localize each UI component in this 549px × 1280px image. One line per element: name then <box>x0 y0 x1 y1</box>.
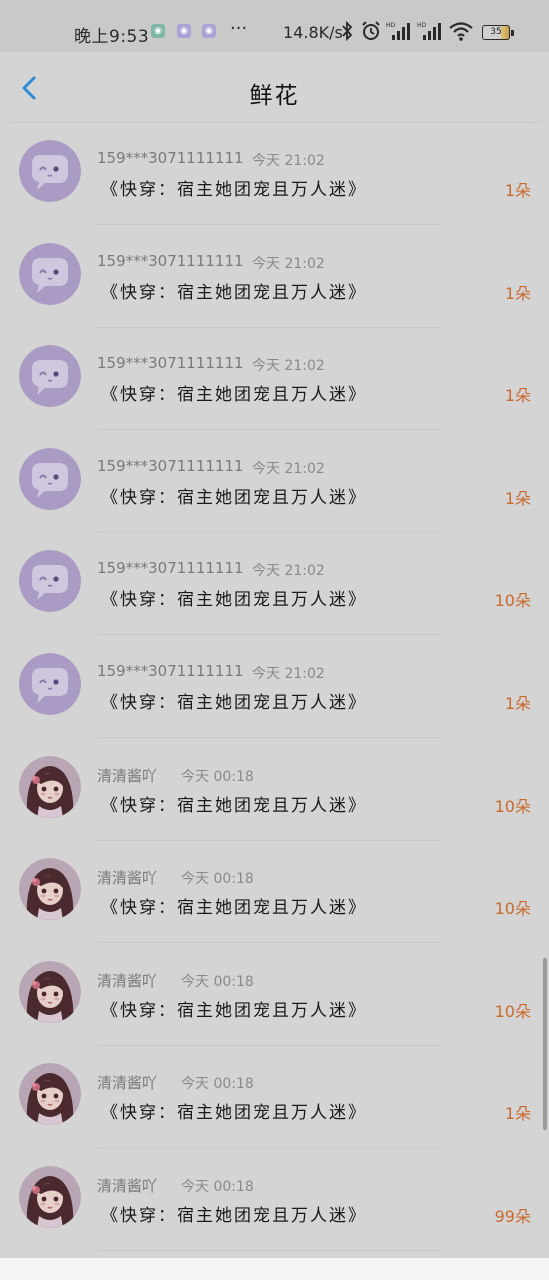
book-title[interactable]: 《快穿：宿主她团宠且万人迷》 <box>101 688 367 713</box>
nav-header: 鲜花 <box>0 52 549 123</box>
girl-portrait-avatar <box>19 858 81 921</box>
flower-record-row[interactable]: 清清酱吖 今天 00:18 《快穿：宿主她团宠且万人迷》 10朵 <box>0 841 549 944</box>
send-time: 今天 00:18 <box>181 871 254 888</box>
book-title[interactable]: 《快穿：宿主她团宠且万人迷》 <box>101 1098 367 1123</box>
sender-name[interactable]: 159***3071111111 <box>97 252 244 270</box>
avatar[interactable] <box>19 140 81 202</box>
flower-count: 99朵 <box>494 1207 531 1226</box>
sender-name[interactable]: 清清酱吖 <box>97 970 157 991</box>
book-title[interactable]: 《快穿：宿主她团宠且万人迷》 <box>101 893 367 918</box>
flower-count: 10朵 <box>494 1001 531 1021</box>
send-time: 今天 21:02 <box>252 563 325 580</box>
flower-count: 10朵 <box>494 591 531 611</box>
avatar[interactable] <box>19 550 81 613</box>
flower-record-row[interactable]: 159***3071111111 今天 21:02 《快穿：宿主她团宠且万人迷》… <box>0 533 549 636</box>
avatar[interactable] <box>19 345 81 408</box>
chat-bubble-icon <box>19 140 81 202</box>
more-notifications-icon: ··· <box>230 18 248 39</box>
flower-count: 10朵 <box>494 899 531 919</box>
flower-record-row[interactable]: 清清酱吖 今天 00:18 《快穿：宿主她团宠且万人迷》 99朵 <box>0 1149 549 1251</box>
sender-name[interactable]: 159***3071111111 <box>97 457 244 475</box>
sender-name[interactable]: 159***3071111111 <box>97 354 244 372</box>
send-time: 今天 21:02 <box>252 358 325 375</box>
chat-bubble-icon <box>19 345 81 408</box>
book-title[interactable]: 《快穿：宿主她团宠且万人迷》 <box>101 791 367 816</box>
flower-record-row[interactable]: 159***3071111111 今天 21:02 《快穿：宿主她团宠且万人迷》… <box>0 226 549 328</box>
sender-name[interactable]: 清清酱吖 <box>97 867 157 888</box>
flower-count: 1朵 <box>504 1104 531 1124</box>
avatar[interactable] <box>19 1166 81 1228</box>
send-time: 今天 00:18 <box>181 768 254 785</box>
send-time: 今天 00:18 <box>181 1179 254 1195</box>
battery-icon: 35 <box>482 25 510 40</box>
sender-name[interactable]: 159***3071111111 <box>97 662 244 680</box>
girl-portrait-avatar <box>19 755 81 818</box>
book-title[interactable]: 《快穿：宿主她团宠且万人迷》 <box>101 483 367 508</box>
sender-name[interactable]: 159***3071111111 <box>97 149 244 167</box>
chat-bubble-icon <box>19 653 81 715</box>
signal-icon: HD <box>386 22 410 40</box>
sender-name[interactable]: 清清酱吖 <box>97 1072 157 1093</box>
send-time: 今天 21:02 <box>252 153 325 169</box>
svg-text:HD: HD <box>417 22 427 29</box>
book-title[interactable]: 《快穿：宿主她团宠且万人迷》 <box>101 585 367 610</box>
chat-bubble-icon <box>19 447 81 510</box>
network-speed: 14.8K/s <box>283 23 343 42</box>
sender-name[interactable]: 清清酱吖 <box>97 765 157 786</box>
row-divider <box>97 1250 440 1251</box>
girl-portrait-avatar <box>19 960 81 1023</box>
status-bar: 晚上9:53 ◉ ◉ ◉ ··· 14.8K/s HD HD 35 <box>0 0 549 52</box>
girl-portrait-avatar <box>19 1063 81 1126</box>
book-title[interactable]: 《快穿：宿主她团宠且万人迷》 <box>101 380 367 405</box>
avatar[interactable] <box>19 858 81 921</box>
sender-name[interactable]: 清清酱吖 <box>97 1175 157 1196</box>
flower-count: 1朵 <box>504 386 531 406</box>
send-time: 今天 21:02 <box>252 666 325 682</box>
flower-record-row[interactable]: 159***3071111111 今天 21:02 《快穿：宿主她团宠且万人迷》… <box>0 636 549 738</box>
battery-tip <box>511 30 514 36</box>
flower-count: 1朵 <box>504 181 531 200</box>
send-time: 今天 00:18 <box>181 973 254 990</box>
avatar[interactable] <box>19 960 81 1023</box>
girl-portrait-avatar <box>19 1166 81 1228</box>
scrollbar[interactable] <box>543 958 547 1130</box>
page-title: 鲜花 <box>249 83 300 109</box>
book-title[interactable]: 《快穿：宿主她团宠且万人迷》 <box>101 278 367 303</box>
notification-app-icon: ◉ <box>151 24 165 38</box>
flower-count: 10朵 <box>494 796 531 816</box>
svg-text:HD: HD <box>386 22 396 29</box>
sender-name[interactable]: 159***3071111111 <box>97 559 244 577</box>
avatar[interactable] <box>19 242 81 305</box>
flower-count: 1朵 <box>504 283 531 303</box>
send-time: 今天 00:18 <box>181 1076 254 1093</box>
bluetooth-icon <box>342 20 353 42</box>
notification-app-icon: ◉ <box>177 24 191 38</box>
signal-icon: HD <box>417 22 441 40</box>
book-title[interactable]: 《快穿：宿主她团宠且万人迷》 <box>101 175 367 200</box>
chat-bubble-icon <box>19 550 81 613</box>
wifi-icon <box>449 22 473 41</box>
flower-record-row[interactable]: 清清酱吖 今天 00:18 《快穿：宿主她团宠且万人迷》 10朵 <box>0 739 549 841</box>
avatar[interactable] <box>19 755 81 818</box>
book-title[interactable]: 《快穿：宿主她团宠且万人迷》 <box>101 1201 367 1226</box>
bottom-strip <box>0 1258 549 1280</box>
flower-record-row[interactable]: 159***3071111111 今天 21:02 《快穿：宿主她团宠且万人迷》… <box>0 123 549 225</box>
flower-count: 1朵 <box>504 694 531 713</box>
flower-record-row[interactable]: 清清酱吖 今天 00:18 《快穿：宿主她团宠且万人迷》 1朵 <box>0 1046 549 1149</box>
avatar[interactable] <box>19 447 81 510</box>
flower-record-row[interactable]: 159***3071111111 今天 21:02 《快穿：宿主她团宠且万人迷》… <box>0 328 549 431</box>
flower-record-row[interactable]: 清清酱吖 今天 00:18 《快穿：宿主她团宠且万人迷》 10朵 <box>0 944 549 1046</box>
book-title[interactable]: 《快穿：宿主她团宠且万人迷》 <box>101 996 367 1021</box>
send-time: 今天 21:02 <box>252 255 325 272</box>
send-time: 今天 21:02 <box>252 460 325 477</box>
avatar[interactable] <box>19 1063 81 1126</box>
alarm-icon <box>362 21 380 40</box>
status-time: 晚上9:53 <box>74 27 150 47</box>
flower-record-row[interactable]: 159***3071111111 今天 21:02 《快穿：宿主她团宠且万人迷》… <box>0 431 549 533</box>
avatar[interactable] <box>19 653 81 715</box>
flower-count: 1朵 <box>504 488 531 508</box>
chat-bubble-icon <box>19 242 81 305</box>
notification-app-icon: ◉ <box>202 24 216 38</box>
